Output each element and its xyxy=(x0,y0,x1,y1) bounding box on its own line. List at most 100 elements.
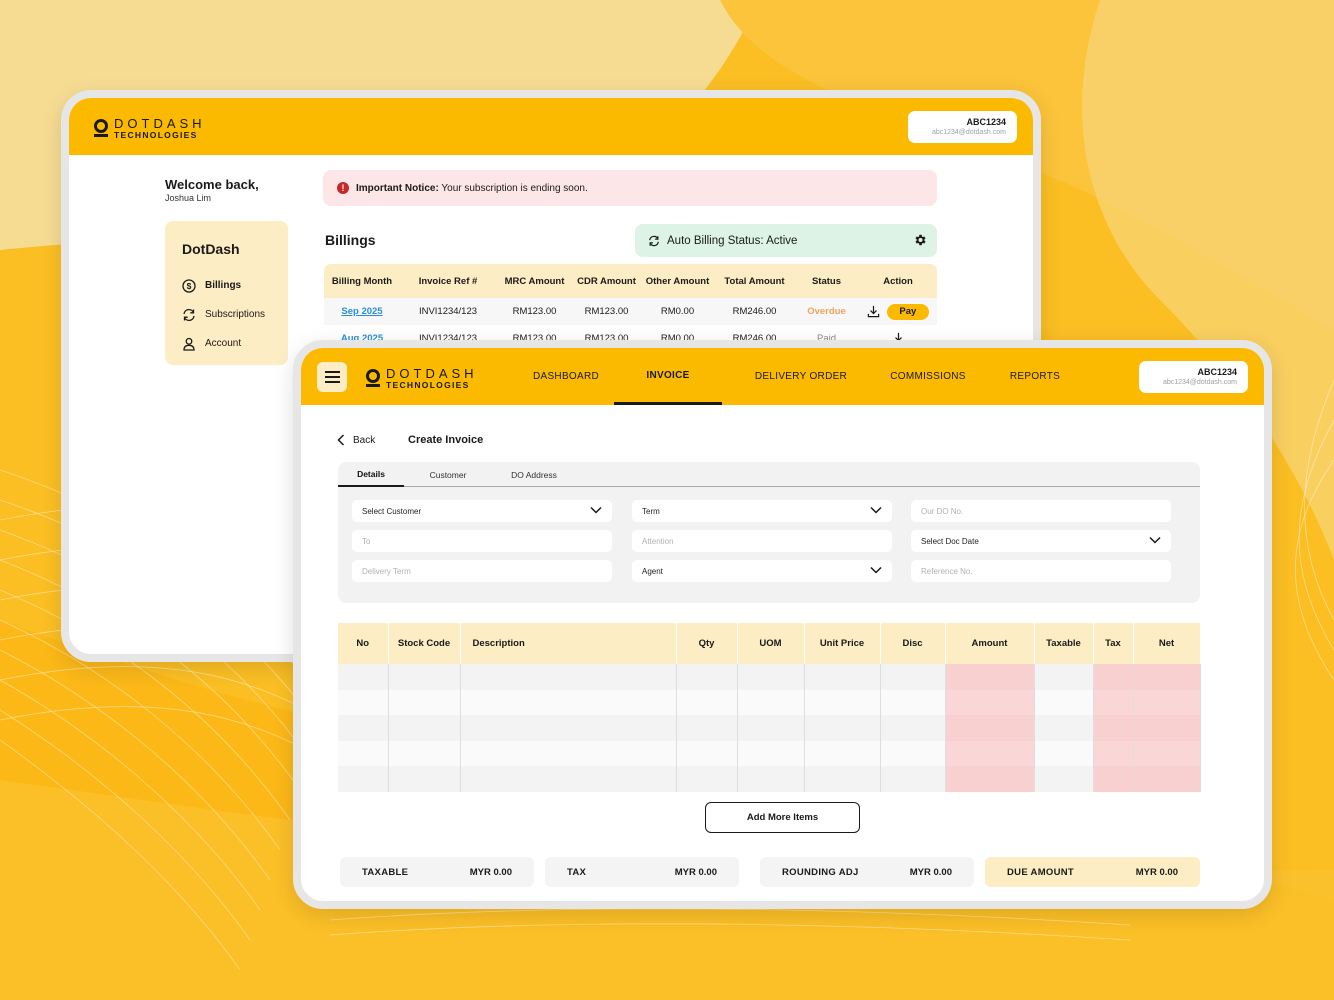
account-card[interactable]: ABC1234 abc1234@dotdash.com xyxy=(1139,361,1248,393)
user-name: Joshua Lim xyxy=(165,193,212,203)
welcome-text: Welcome back, xyxy=(165,177,259,192)
nav-commissions[interactable]: COMMISSIONS xyxy=(876,348,980,405)
select-customer-dropdown[interactable]: Select Customer xyxy=(352,500,612,522)
col-no: No xyxy=(338,623,389,664)
total-label: TAX xyxy=(567,866,587,878)
account-email: abc1234@dotdash.com xyxy=(1162,379,1237,386)
tab-do-address[interactable]: DO Address xyxy=(498,462,570,487)
chevron-down-icon xyxy=(1149,536,1161,544)
total-amount: RM246.00 xyxy=(715,298,794,325)
col-unit-price: Unit Price xyxy=(804,623,881,664)
items-header-row: No Stock Code Description Qty UOM Unit P… xyxy=(338,623,1201,664)
dollar-circle-icon: $ xyxy=(182,278,196,293)
account-code: ABC1234 xyxy=(1197,367,1237,377)
auto-billing-text: Auto Billing Status: Active xyxy=(667,234,798,247)
reference-no-input[interactable]: Reference No. xyxy=(911,560,1171,582)
important-notice-banner: ! Important Notice: Your subscription is… xyxy=(323,170,937,206)
col-disc: Disc xyxy=(880,623,946,664)
nav-invoice[interactable]: INVOICE xyxy=(614,348,722,405)
hamburger-menu-button[interactable] xyxy=(317,362,347,392)
taxable-total: TAXABLE MYR 0.00 xyxy=(340,857,534,887)
back-button[interactable]: Back xyxy=(337,434,375,446)
refresh-icon xyxy=(183,308,195,321)
tab-details[interactable]: Details xyxy=(338,462,404,487)
notice-text: Your subscription is ending soon. xyxy=(438,182,588,194)
select-doc-date-label: Select Doc Date xyxy=(921,536,979,546)
form-tabs: Details Customer DO Address xyxy=(338,462,1200,487)
col-status: Status xyxy=(794,264,859,298)
billings-table: Billing Month Invoice Ref # MRC Amount C… xyxy=(324,264,937,352)
invoice-form-panel: Details Customer DO Address Select Custo… xyxy=(338,462,1200,603)
term-label: Term xyxy=(642,506,660,516)
logo-line1: DOTDASH xyxy=(386,366,478,381)
svg-text:$: $ xyxy=(187,281,192,291)
dotdash-logo[interactable]: DOTDASH TECHNOLOGIES xyxy=(94,117,206,140)
cdr-amount: RM123.00 xyxy=(573,298,640,325)
menu-line xyxy=(324,381,340,383)
add-more-items-button[interactable]: Add More Items xyxy=(705,802,860,833)
col-mrc-amount: MRC Amount xyxy=(496,264,573,298)
our-do-no-input[interactable]: Our DO No. xyxy=(911,500,1171,522)
col-qty: Qty xyxy=(676,623,738,664)
account-card[interactable]: ABC1234 abc1234@dotdash.com xyxy=(908,111,1017,143)
notice-strong: Important Notice: xyxy=(356,182,439,194)
invoice-app-window: DOTDASH TECHNOLOGIES DASHBOARD INVOICE D… xyxy=(293,340,1272,909)
tab-customer[interactable]: Customer xyxy=(416,462,480,487)
billing-month-link[interactable]: Sep 2025 xyxy=(341,306,382,317)
table-row[interactable] xyxy=(338,740,1201,766)
attention-input[interactable]: Attention xyxy=(632,530,892,552)
sidebar-item-account[interactable]: Account xyxy=(182,329,288,358)
chevron-left-icon xyxy=(337,434,345,446)
agent-label: Agent xyxy=(642,566,663,576)
select-doc-date-dropdown[interactable]: Select Doc Date xyxy=(911,530,1171,552)
delivery-term-input[interactable]: Delivery Term xyxy=(352,560,612,582)
col-tax: Tax xyxy=(1093,623,1134,664)
table-row[interactable] xyxy=(338,689,1201,715)
logo-line2: TECHNOLOGIES xyxy=(114,130,198,140)
status-badge: Overdue xyxy=(807,306,846,317)
total-value: MYR 0.00 xyxy=(674,866,717,878)
col-other-amount: Other Amount xyxy=(640,264,715,298)
other-amount: RM0.00 xyxy=(640,298,715,325)
logo-line2: TECHNOLOGIES xyxy=(386,380,470,390)
chevron-down-icon xyxy=(870,566,882,574)
logo-line1: DOTDASH xyxy=(114,116,206,131)
term-dropdown[interactable]: Term xyxy=(632,500,892,522)
sidebar-item-billings[interactable]: $ Billings xyxy=(182,271,288,300)
nav-dashboard[interactable]: DASHBOARD xyxy=(519,348,613,405)
sidebar-item-subscriptions[interactable]: Subscriptions xyxy=(182,300,288,329)
portal-header: DOTDASH TECHNOLOGIES ABC1234 abc1234@dot… xyxy=(69,98,1033,155)
due-amount-total: DUE AMOUNT MYR 0.00 xyxy=(985,857,1200,887)
col-action: Action xyxy=(859,264,937,298)
table-row[interactable] xyxy=(338,715,1201,741)
dotdash-logo[interactable]: DOTDASH TECHNOLOGIES xyxy=(366,367,478,390)
total-label: TAXABLE xyxy=(362,866,409,878)
back-label: Back xyxy=(353,434,376,446)
total-label: ROUNDING ADJ xyxy=(782,866,859,878)
account-code: ABC1234 xyxy=(966,117,1006,127)
gear-icon[interactable] xyxy=(913,233,927,247)
agent-dropdown[interactable]: Agent xyxy=(632,560,892,582)
nav-reports[interactable]: REPORTS xyxy=(998,348,1072,405)
table-row[interactable] xyxy=(338,766,1201,792)
refresh-icon xyxy=(649,235,659,246)
welcome-block: Welcome back, Joshua Lim xyxy=(165,177,259,203)
menu-line xyxy=(324,371,340,373)
total-label: DUE AMOUNT xyxy=(1007,866,1075,878)
chevron-down-icon xyxy=(870,506,882,514)
download-icon[interactable] xyxy=(867,305,880,318)
tax-total: TAX MYR 0.00 xyxy=(545,857,739,887)
table-row: Sep 2025 INVI1234/123 RM123.00 RM123.00 … xyxy=(324,298,937,325)
col-invoice-ref: Invoice Ref # xyxy=(400,264,496,298)
col-taxable: Taxable xyxy=(1034,623,1094,664)
chevron-down-icon xyxy=(590,506,602,514)
col-billing-month: Billing Month xyxy=(324,264,400,298)
to-input[interactable]: To xyxy=(352,530,612,552)
nav-delivery-order[interactable]: DELIVERY ORDER xyxy=(741,348,861,405)
invoice-ref: INVI1234/123 xyxy=(400,298,496,325)
table-row[interactable] xyxy=(338,664,1201,690)
pay-button[interactable]: Pay xyxy=(886,303,929,320)
col-uom: UOM xyxy=(737,623,805,664)
sidebar-item-label: Billings xyxy=(205,280,242,291)
invoice-items-table: No Stock Code Description Qty UOM Unit P… xyxy=(338,623,1201,792)
